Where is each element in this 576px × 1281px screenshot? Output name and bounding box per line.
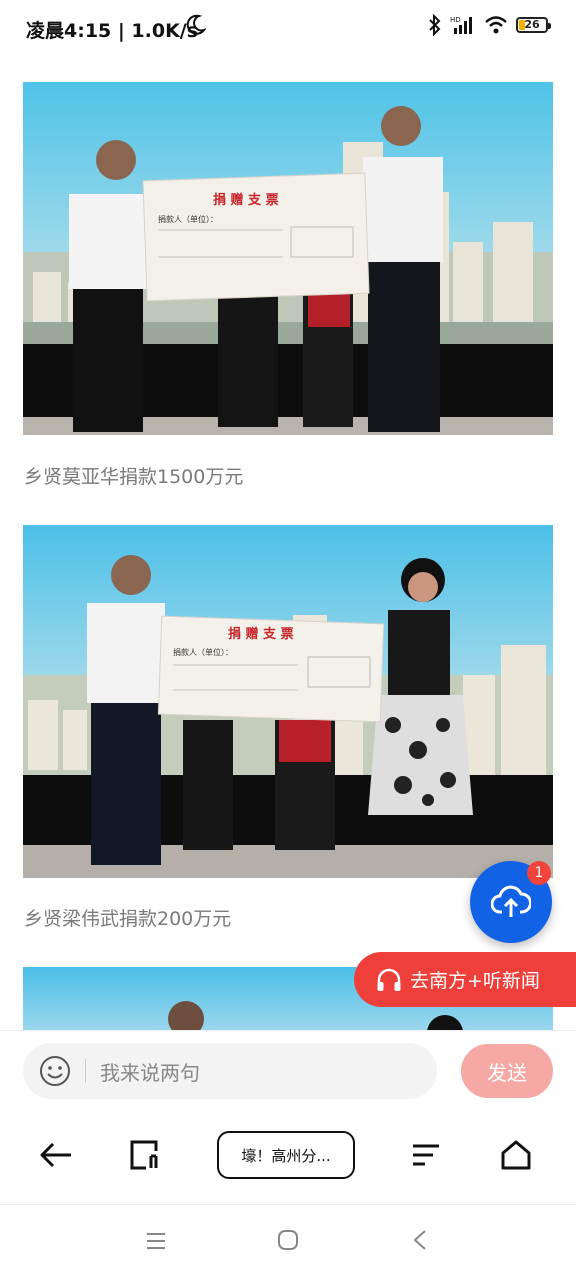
article-caption-2: 乡贤梁伟武捐款200万元	[24, 908, 232, 930]
notification-badge: 1	[527, 861, 551, 885]
bluetooth-icon	[429, 14, 441, 36]
comment-placeholder: 我来说两句	[100, 1060, 200, 1085]
listen-news-button[interactable]: 去南方+听新闻	[354, 952, 576, 1007]
headphones-icon	[377, 968, 401, 991]
recent-apps-icon[interactable]	[145, 1231, 167, 1251]
article-caption-1: 乡贤莫亚华捐款1500万元	[24, 466, 244, 488]
status-bar: 凌晨4:15 | 1.0K/s HD 26	[0, 0, 576, 56]
article-photo-2[interactable]: 捐 赠 支 票 捐款人（单位）：	[23, 525, 553, 878]
back-button[interactable]	[36, 1132, 76, 1178]
article-photo-1[interactable]: 捐 赠 支 票 捐款人（单位）：	[23, 82, 553, 435]
listen-news-label: 去南方+听新闻	[410, 970, 540, 992]
menu-button[interactable]	[406, 1132, 446, 1178]
emoji-icon[interactable]	[39, 1055, 71, 1087]
back-nav-icon[interactable]	[412, 1229, 428, 1251]
page-title-chip[interactable]: 壕！高州分...	[217, 1131, 355, 1179]
menu-lines-icon	[413, 1144, 439, 1166]
comment-input[interactable]: 我来说两句	[23, 1043, 437, 1099]
signal-icon: HD	[450, 16, 472, 34]
home-icon	[501, 1140, 531, 1170]
cheque-title-1: 捐 赠 支 票	[213, 192, 279, 208]
tab-add-icon	[130, 1140, 158, 1170]
system-nav-bar	[0, 1204, 576, 1281]
bottom-toolbar: 壕！高州分...	[0, 1110, 576, 1204]
wifi-icon	[485, 16, 507, 34]
home-button[interactable]	[496, 1132, 536, 1178]
status-icons: HD 26	[428, 14, 551, 36]
arrow-left-icon	[40, 1142, 71, 1168]
new-tab-button[interactable]	[124, 1132, 164, 1178]
battery-icon: 26	[516, 17, 551, 33]
svg-text:HD: HD	[450, 16, 461, 24]
cheque-title-2: 捐 赠 支 票	[228, 626, 294, 642]
home-nav-icon[interactable]	[276, 1228, 300, 1252]
status-time: 凌晨4:15 | 1.0K/s	[26, 20, 199, 42]
moon-icon	[186, 14, 206, 35]
input-divider	[85, 1059, 86, 1083]
send-button[interactable]: 发送	[461, 1044, 553, 1098]
comment-bar: 我来说两句 发送	[0, 1030, 576, 1111]
cloud-upload-icon	[491, 885, 531, 917]
cheque-donor-1: 捐款人（单位）：	[158, 214, 218, 224]
cheque-donor-2: 捐款人（单位）：	[173, 647, 233, 657]
